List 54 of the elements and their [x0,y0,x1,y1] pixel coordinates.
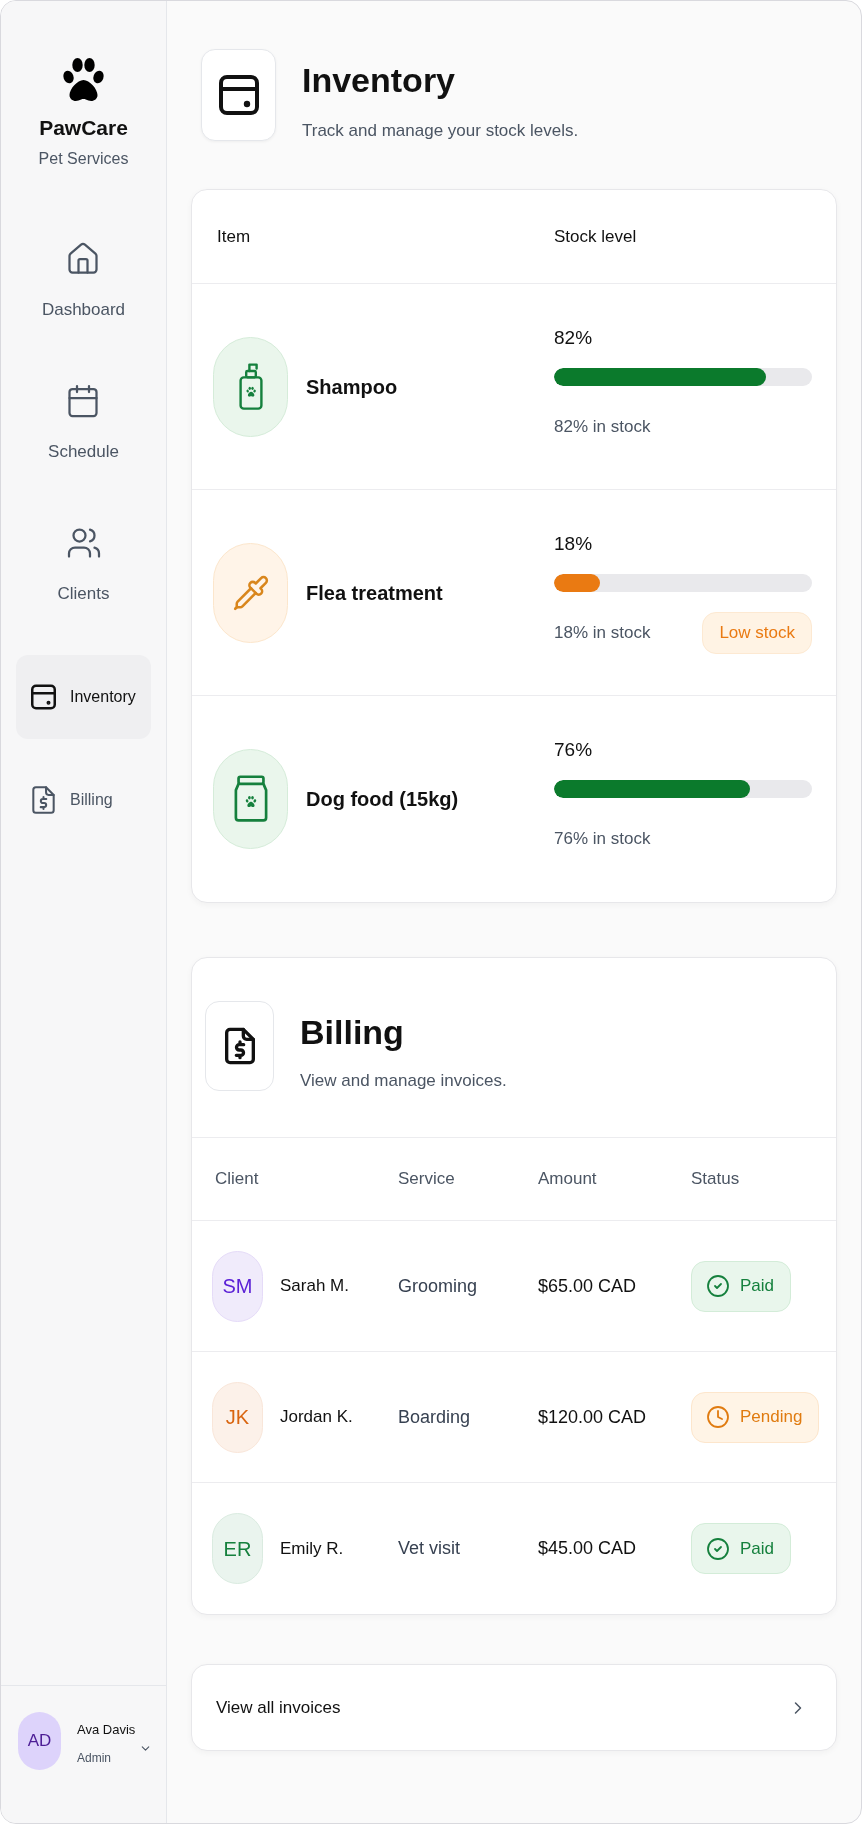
column-header: Status [691,1168,740,1191]
check-circle-icon [706,1274,730,1298]
client-avatar: SM [212,1250,263,1322]
page-title: Inventory [302,60,456,101]
column-header: Amount [538,1168,597,1191]
status-text: Pending [740,1406,803,1429]
column-header: Stock level [554,225,637,248]
service-name: Boarding [398,1405,471,1429]
invoice-amount: $45.00 CAD [538,1537,637,1560]
item-name: Dog food (15kg) [306,787,459,812]
nav-item[interactable]: Clients [49,513,118,617]
cabinet-icon [31,683,56,711]
low-stock-tag: Low stock [702,611,812,654]
item-name: Shampoo [306,374,398,400]
invoice-amount: $120.00 CAD [538,1405,647,1429]
client-avatar: JK [212,1381,263,1453]
status-text: Paid [740,1275,775,1298]
client-name: Emily R. [280,1537,344,1560]
column-header: Service [398,1168,455,1191]
client-name: Jordan K. [280,1406,353,1429]
invoice-icon [205,1001,274,1091]
page-subtitle: Track and manage your stock levels. [302,120,579,142]
cabinet-icon [201,49,276,141]
nav-item[interactable]: Dashboard [33,229,134,333]
nav-item[interactable]: Schedule [40,371,127,475]
stock-caption: 82% in stock [554,415,651,438]
column-header: Item [217,225,251,248]
stock-caption: 76% in stock [554,828,651,851]
stock-percent: 18% [554,531,593,556]
nav-item[interactable]: Inventory [16,655,151,739]
service-name: Vet visit [398,1537,461,1560]
client-avatar: ER [212,1513,263,1584]
invoice-amount: $65.00 CAD [538,1274,637,1298]
brand-tagline: Pet Services [38,149,129,169]
brand-name: PawCare [39,115,128,141]
stock-percent: 76% [554,738,593,762]
check-circle-icon [706,1536,730,1561]
item-name: Flea treatment [306,580,443,606]
client-name: Sarah M. [280,1275,349,1298]
section-subtitle: View and manage invoices. [300,1070,507,1092]
service-name: Grooming [398,1274,478,1298]
status-text: Paid [740,1537,775,1560]
user-role: Admin [77,1750,111,1767]
stock-caption: 18% in stock [554,621,651,644]
view-all-invoices-link[interactable]: View all invoices [191,1664,837,1751]
nav-item[interactable]: Billing [16,758,151,842]
invoice-icon [31,786,56,814]
user-avatar: AD [18,1712,61,1770]
stock-percent: 82% [554,325,593,350]
section-title: Billing [300,1012,404,1053]
paw-logo-icon [61,57,106,103]
clock-icon [706,1405,730,1429]
user-name: Ava Davis [77,1721,136,1739]
column-header: Client [215,1168,259,1191]
